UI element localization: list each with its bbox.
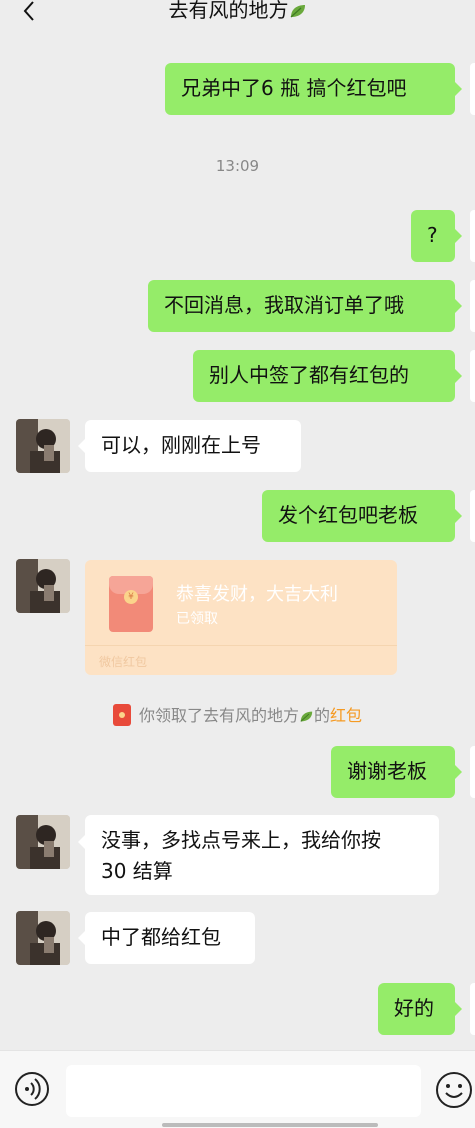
avatar-contact[interactable] [16, 419, 70, 473]
emoji-icon[interactable] [435, 1071, 473, 1109]
timestamp: 13:09 [215, 157, 260, 175]
message-bubble-incoming[interactable]: 没事，多找点号来上，我给你按 30 结算 [85, 815, 439, 895]
avatar-self[interactable] [470, 63, 475, 115]
message-bubble-outgoing[interactable]: 发个红包吧老板 [262, 490, 455, 542]
bubble-tail [455, 369, 462, 383]
system-notice-sender: 去有风的地方 [202, 706, 299, 725]
message-text: ? [427, 223, 438, 247]
bubble-tail [455, 229, 462, 243]
voice-icon[interactable] [14, 1071, 50, 1107]
message-text: 谢谢老板 [347, 759, 427, 783]
message-text: 别人中签了都有红包的 [209, 363, 409, 387]
red-packet-icon: ¥ [109, 576, 153, 632]
avatar-self[interactable] [470, 280, 475, 332]
chat-title: 去有风的地方 [0, 0, 475, 22]
message-text: 发个红包吧老板 [278, 503, 418, 527]
message-bubble-outgoing[interactable]: 谢谢老板 [331, 746, 455, 798]
avatar-photo [16, 815, 70, 869]
chat-title-text: 去有风的地方 [168, 0, 289, 22]
bubble-tail [455, 509, 462, 523]
message-text: 不回消息，我取消订单了哦 [164, 293, 404, 317]
home-indicator [162, 1123, 378, 1127]
bubble-tail [455, 765, 462, 779]
avatar-contact[interactable] [16, 815, 70, 869]
system-notice-prefix: 你领取了 [138, 706, 203, 725]
message-bubble-outgoing[interactable]: 兄弟中了6 瓶 搞个红包吧 [165, 63, 455, 115]
chat-header: 去有风的地方 [0, 0, 475, 40]
bubble-tail [455, 82, 462, 96]
message-text: 中了都给红包 [101, 925, 221, 949]
avatar-self[interactable] [470, 490, 475, 542]
message-bubble-outgoing[interactable]: 好的 [378, 983, 455, 1035]
bubble-tail [455, 299, 462, 313]
red-packet-title: 恭喜发财，大吉大利 [176, 584, 338, 605]
red-packet-card[interactable]: ¥ 恭喜发财，大吉大利 已领取 微信红包 [85, 560, 397, 675]
system-notice: 你领取了去有风的地方 的红包 [0, 702, 475, 726]
avatar-self[interactable] [470, 210, 475, 262]
bubble-tail [78, 439, 85, 453]
red-packet-link[interactable]: 红包 [330, 706, 362, 725]
avatar-contact[interactable] [16, 559, 70, 613]
avatar-contact[interactable] [16, 911, 70, 965]
avatar-self[interactable] [470, 746, 475, 798]
message-bubble-incoming[interactable]: 可以，刚刚在上号 [85, 420, 301, 472]
message-input[interactable] [66, 1065, 421, 1117]
leaf-icon [290, 5, 305, 18]
message-bubble-incoming[interactable]: 中了都给红包 [85, 912, 255, 964]
system-notice-middle: 的 [314, 706, 331, 725]
message-text-line: 30 结算 [101, 859, 173, 883]
input-bar [0, 1050, 475, 1128]
message-text: 好的 [394, 996, 434, 1020]
leaf-icon [300, 711, 313, 722]
message-text-line: 没事，多找点号来上，我给你按 [101, 828, 381, 852]
avatar-photo [16, 559, 70, 613]
message-text: 可以，刚刚在上号 [101, 433, 261, 457]
red-packet-status: 已领取 [176, 611, 218, 627]
message-text: 兄弟中了6 瓶 搞个红包吧 [181, 76, 407, 100]
message-bubble-outgoing[interactable]: 别人中签了都有红包的 [193, 350, 455, 402]
message-bubble-outgoing[interactable]: 不回消息，我取消订单了哦 [148, 280, 455, 332]
avatar-photo [16, 911, 70, 965]
bubble-tail [455, 1002, 462, 1016]
bubble-tail [78, 931, 85, 945]
avatar-self[interactable] [470, 983, 475, 1035]
red-packet-brand: 微信红包 [99, 655, 148, 669]
red-packet-icon [112, 704, 131, 726]
avatar-self[interactable] [470, 350, 475, 402]
message-bubble-outgoing[interactable]: ? [411, 210, 455, 262]
bubble-tail [78, 835, 85, 849]
avatar-photo [16, 419, 70, 473]
